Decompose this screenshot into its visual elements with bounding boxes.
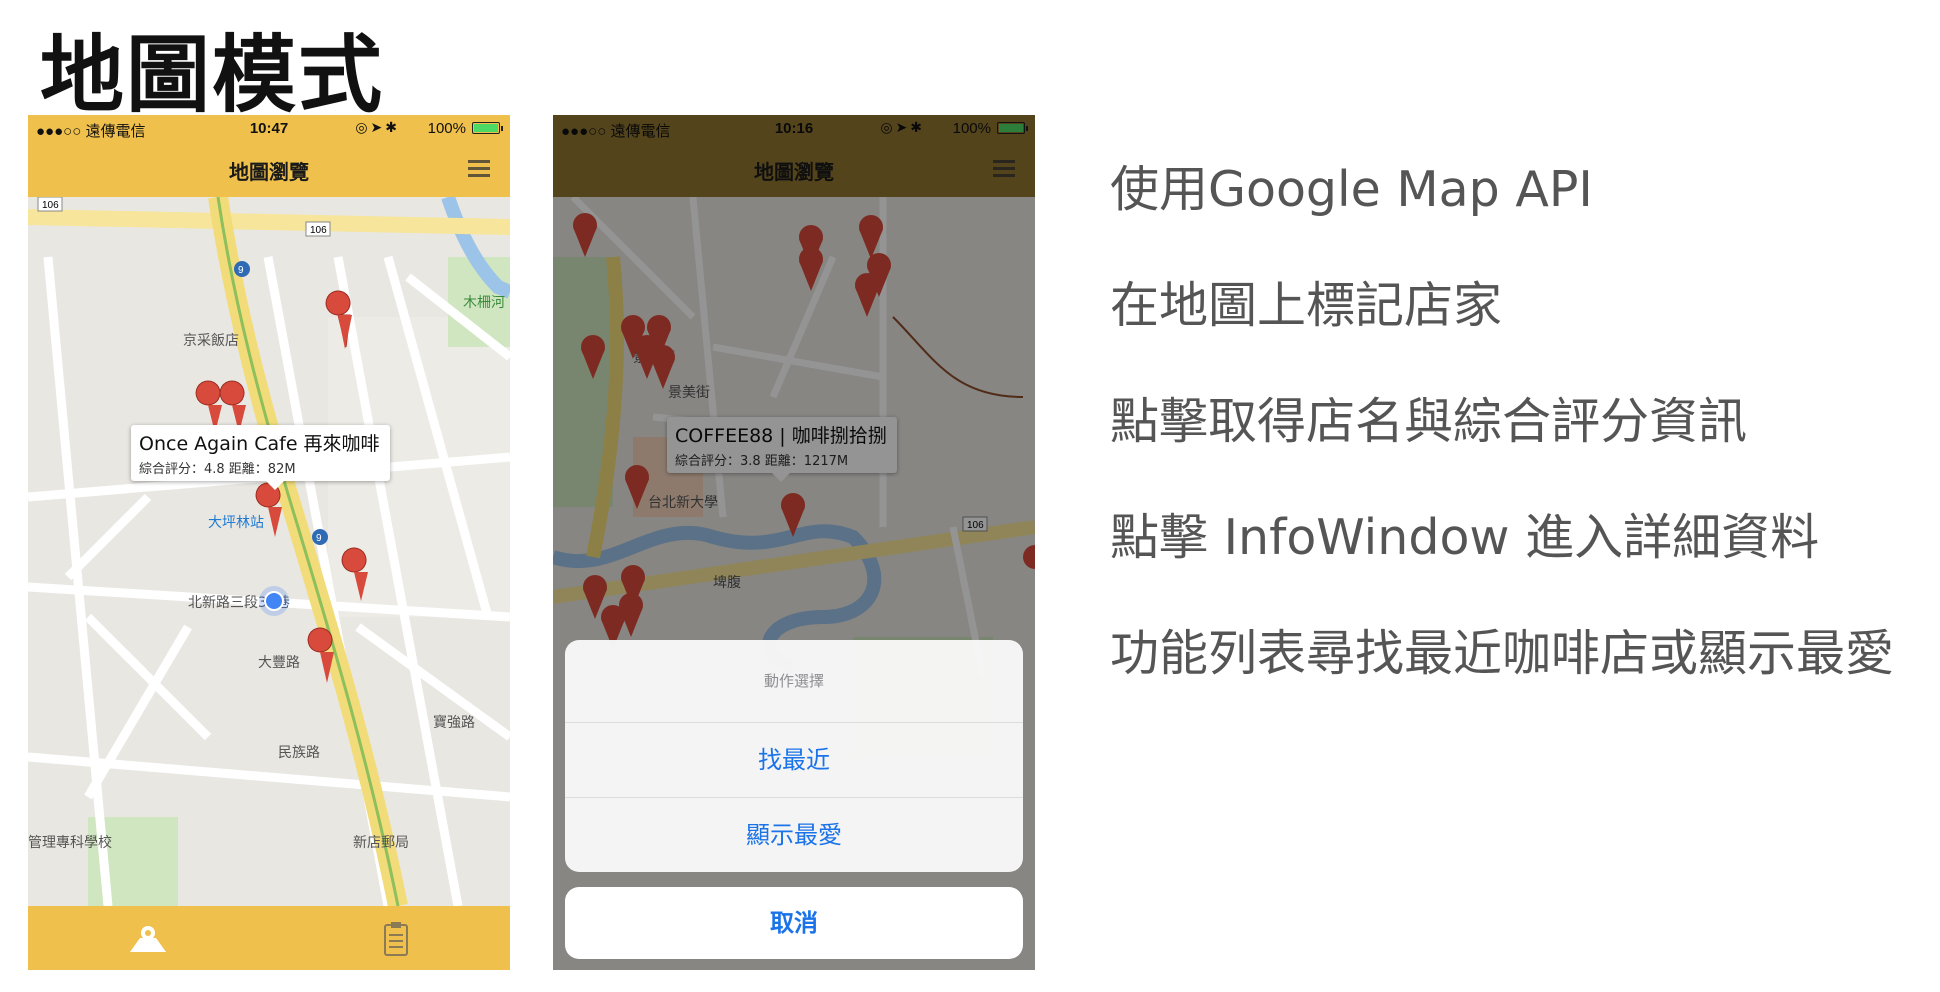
- bullet-action-list: 功能列表尋找最近咖啡店或顯示最愛: [1110, 625, 1895, 682]
- user-location-dot: [264, 591, 284, 611]
- route-shield-9: 9: [238, 265, 244, 276]
- map-marker[interactable]: [219, 380, 245, 406]
- route-shield-106-a: 106: [42, 200, 59, 211]
- phone-screen-action-sheet: ●●●○○ 遠傳電信 10:16 ◎➤✱ 100% 地圖瀏覽 106 台北新大學…: [553, 115, 1035, 970]
- map-marker[interactable]: [307, 627, 333, 653]
- route-shield-106-b: 106: [310, 225, 327, 236]
- infowindow[interactable]: Once Again Cafe 再來咖啡 綜合評分：4.8 距離：82M: [131, 425, 390, 490]
- map-label-river: 木柵河: [463, 295, 505, 311]
- infowindow-rating-distance: 綜合評分：4.8 距離：82M: [139, 462, 296, 477]
- map-label-minzu: 民族路: [278, 745, 320, 761]
- system-icons: ◎➤✱: [355, 119, 400, 135]
- map-label-school: 管理專科學校: [28, 834, 112, 851]
- show-favorites-button[interactable]: 顯示最愛: [565, 798, 1023, 872]
- tab-list[interactable]: [376, 922, 416, 956]
- action-sheet-title: 動作選擇: [565, 640, 1023, 723]
- route-shield-9: 9: [316, 533, 322, 544]
- infowindow-shop-name: Once Again Cafe 再來咖啡: [139, 433, 380, 455]
- bullet-google-map: 使用Google Map API: [1110, 161, 1593, 218]
- map-label-baoqiang: 寶強路: [433, 715, 475, 731]
- tab-bar: [28, 906, 510, 970]
- battery-percent: 100%: [427, 120, 466, 137]
- bullet-mark-shops: 在地圖上標記店家: [1110, 277, 1503, 334]
- bullet-infowindow-detail: 點擊 InfoWindow 進入詳細資料: [1110, 509, 1820, 566]
- nav-bar: 地圖瀏覽: [28, 142, 510, 197]
- map-label-station: 大坪林站: [208, 515, 264, 531]
- battery-icon: [472, 122, 503, 134]
- action-sheet: 動作選擇 找最近 顯示最愛: [565, 640, 1023, 872]
- map-pin-icon: [130, 926, 166, 952]
- tab-map[interactable]: [128, 922, 168, 956]
- nav-title: 地圖瀏覽: [229, 160, 309, 184]
- find-nearest-button[interactable]: 找最近: [565, 723, 1023, 798]
- map-label-hotel: 京采飯店: [183, 332, 239, 349]
- cancel-button[interactable]: 取消: [565, 887, 1023, 959]
- slide-title: 地圖模式: [40, 26, 385, 124]
- map-roads: 106 106 9 9 京采飯店 大坪林站 北新路三段35巷 管理專科學校 新店…: [28, 197, 510, 906]
- clipboard-list-icon: [384, 922, 408, 956]
- status-bar: ●●●○○ 遠傳電信 10:47 ◎➤✱ 100%: [28, 115, 510, 142]
- map-label-post: 新店郵局: [353, 835, 409, 851]
- bullet-click-info: 點擊取得店名與綜合評分資訊: [1110, 393, 1748, 450]
- map-label-dafeng: 大豐路: [258, 655, 300, 671]
- phone-screen-map: ●●●○○ 遠傳電信 10:47 ◎➤✱ 100% 地圖瀏覽 106 106 9…: [28, 115, 510, 970]
- map-view[interactable]: 106 106 9 9 京采飯店 大坪林站 北新路三段35巷 管理專科學校 新店…: [28, 197, 510, 906]
- map-marker[interactable]: [195, 380, 221, 406]
- hamburger-menu-icon[interactable]: [468, 160, 490, 178]
- feature-bullet-list: 使用Google Map API 在地圖上標記店家 點擊取得店名與綜合評分資訊 …: [1110, 165, 1894, 745]
- map-marker[interactable]: [341, 547, 367, 573]
